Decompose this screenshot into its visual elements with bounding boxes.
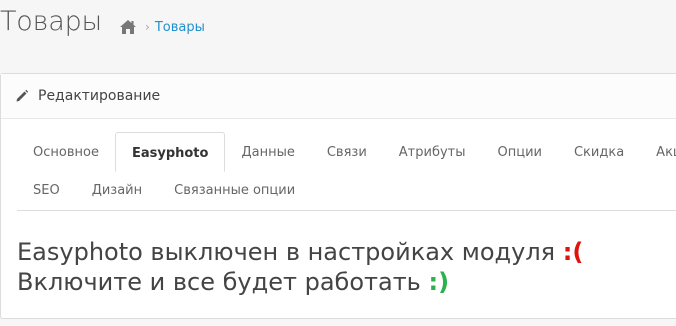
tab-row-1: Основное Easyphoto Данные Связи Атрибуты… <box>17 132 676 172</box>
breadcrumb-separator: › <box>145 20 150 34</box>
edit-panel: Редактирование Основное Easyphoto Данные… <box>0 73 676 319</box>
sad-emoticon: :( <box>562 238 584 266</box>
breadcrumb: › Товары <box>119 19 205 35</box>
happy-emoticon: :) <box>428 268 450 296</box>
tab-osnovnoe[interactable]: Основное <box>17 132 115 172</box>
message-line-1-text: Easyphoto выключен в настройках модуля <box>17 238 556 266</box>
message-line-2-text: Включите и все будет работать <box>17 268 421 296</box>
tab-aktsiya[interactable]: Акция <box>640 132 676 172</box>
tab-dannye[interactable]: Данные <box>225 132 310 172</box>
message-line-2: Включите и все будет работать :) <box>17 267 583 297</box>
tabs-divider <box>17 210 676 211</box>
pencil-icon <box>15 89 29 103</box>
panel-heading: Редактирование <box>1 74 676 119</box>
home-icon[interactable] <box>119 19 137 35</box>
tab-dizain[interactable]: Дизайн <box>76 172 158 210</box>
tab-row-2: SEO Дизайн Связанные опции <box>17 172 311 210</box>
tab-easyphoto[interactable]: Easyphoto <box>114 132 226 172</box>
easyphoto-disabled-message: Easyphoto выключен в настройках модуля :… <box>17 237 583 297</box>
tab-seo[interactable]: SEO <box>17 172 76 210</box>
page-header: Товары › Товары <box>0 0 676 56</box>
page-title: Товары <box>0 6 102 37</box>
tab-skidka[interactable]: Скидка <box>558 132 640 172</box>
tabs: Основное Easyphoto Данные Связи Атрибуты… <box>17 132 676 212</box>
tab-svyazannye-optsii[interactable]: Связанные опции <box>158 172 311 210</box>
tab-optsii[interactable]: Опции <box>482 132 558 172</box>
panel-title: Редактирование <box>38 88 161 104</box>
breadcrumb-link-products[interactable]: Товары <box>155 20 205 35</box>
tab-svyazi[interactable]: Связи <box>311 132 383 172</box>
message-line-1: Easyphoto выключен в настройках модуля :… <box>17 237 583 267</box>
tab-atributy[interactable]: Атрибуты <box>383 132 482 172</box>
